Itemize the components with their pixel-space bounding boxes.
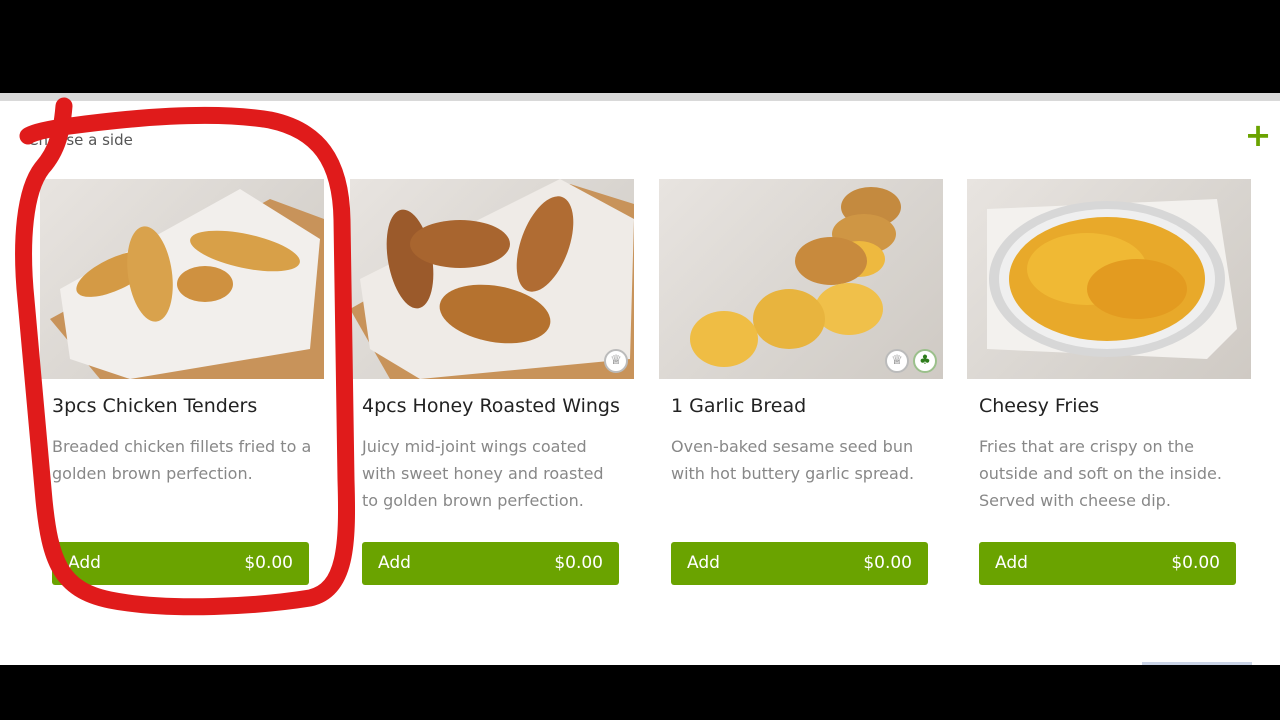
honey-wings-image: ♕ — [350, 179, 634, 379]
add-label: Add — [378, 553, 411, 573]
price: $0.00 — [244, 553, 293, 573]
add-button[interactable]: Add $0.00 — [362, 542, 619, 585]
menu-card-honey-wings[interactable]: ♕ 4pcs Honey Roasted Wings Juicy mid-joi… — [350, 179, 634, 585]
chicken-tenders-image — [40, 179, 324, 379]
menu-card-cheesy-fries[interactable]: Cheesy Fries Fries that are crispy on th… — [967, 179, 1251, 585]
card-description: Oven-baked sesame seed bun with hot butt… — [671, 437, 915, 483]
card-description: Fries that are crispy on the outside and… — [979, 437, 1222, 510]
garlic-bread-image: ♕ ♣ — [659, 179, 943, 379]
card-description: Juicy mid-joint wings coated with sweet … — [362, 437, 604, 510]
card-title: 3pcs Chicken Tenders — [52, 395, 258, 417]
cheesy-fries-image — [967, 179, 1251, 379]
price: $0.00 — [554, 553, 603, 573]
expand-plus-button[interactable]: + — [1244, 119, 1272, 151]
scroll-indicator — [1142, 662, 1252, 665]
broccoli-icon: ♣ — [913, 349, 937, 373]
menu-card-garlic-bread[interactable]: ♕ ♣ 1 Garlic Bread Oven-baked sesame see… — [659, 179, 943, 585]
chef-hat-icon: ♕ — [604, 349, 628, 373]
add-label: Add — [995, 553, 1028, 573]
menu-card-chicken-tenders[interactable]: 3pcs Chicken Tenders Breaded chicken fil… — [40, 179, 324, 585]
chef-hat-icon: ♕ — [885, 349, 909, 373]
card-title: Cheesy Fries — [979, 395, 1100, 417]
section-label: Choose a side — [28, 131, 133, 149]
video-frame: Choose a side + 3pcs Chicken Tenders Bre… — [0, 0, 1280, 720]
price: $0.00 — [863, 553, 912, 573]
side-selection-panel: Choose a side + 3pcs Chicken Tenders Bre… — [0, 93, 1280, 665]
card-title: 4pcs Honey Roasted Wings — [362, 395, 620, 417]
price: $0.00 — [1171, 553, 1220, 573]
card-description: Breaded chicken fillets fried to a golde… — [52, 437, 312, 483]
add-label: Add — [68, 553, 101, 573]
add-button[interactable]: Add $0.00 — [52, 542, 309, 585]
add-button[interactable]: Add $0.00 — [979, 542, 1236, 585]
add-label: Add — [687, 553, 720, 573]
card-title: 1 Garlic Bread — [671, 395, 807, 417]
add-button[interactable]: Add $0.00 — [671, 542, 928, 585]
